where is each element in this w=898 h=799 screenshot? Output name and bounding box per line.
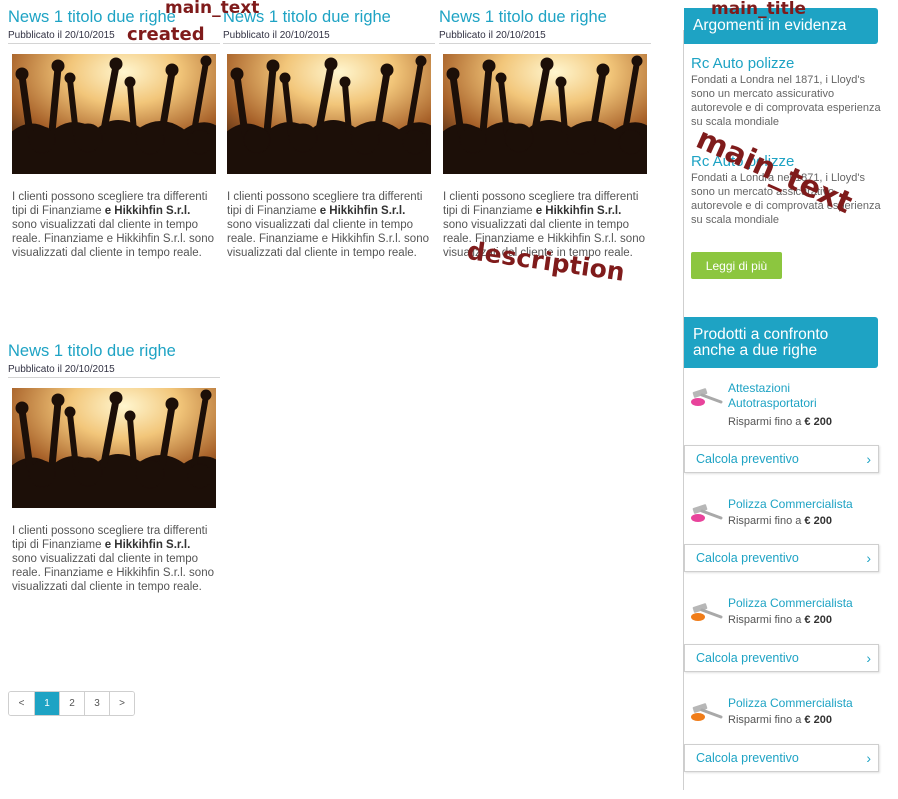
- news-date: Pubblicato il 20/10/2015: [223, 30, 435, 44]
- pagination-page-2[interactable]: 2: [59, 692, 84, 715]
- chevron-right-icon: ›: [866, 550, 871, 566]
- products-header-title: Prodotti a confronto anche a due righe: [693, 325, 829, 359]
- news-description: I clienti possono scegliere tra differen…: [227, 191, 429, 259]
- news-image[interactable]: [12, 388, 216, 508]
- pagination-prev-button[interactable]: <: [9, 692, 34, 715]
- news-card: News 1 titolo due righe Pubblicato il 20…: [439, 7, 651, 260]
- product-savings: Risparmi fino a € 200: [728, 416, 832, 428]
- products-header: Prodotti a confronto anche a due righe: [684, 317, 878, 368]
- product-savings: Risparmi fino a € 200: [728, 515, 832, 527]
- product-name[interactable]: Polizza Commercialista: [728, 596, 878, 611]
- news-title[interactable]: News 1 titolo due righe: [439, 7, 651, 27]
- news-date: Pubblicato il 20/10/2015: [439, 30, 651, 44]
- news-title[interactable]: News 1 titolo due righe: [8, 341, 220, 361]
- product-savings: Risparmi fino a € 200: [728, 614, 832, 626]
- calculate-quote-label: Calcola preventivo: [696, 751, 799, 765]
- product-name[interactable]: Polizza Commercialista: [728, 497, 878, 512]
- product-item: Polizza Commercialista Risparmi fino a €…: [684, 596, 878, 630]
- pagination: < 1 2 3 >: [8, 691, 135, 716]
- news-image[interactable]: [227, 54, 431, 174]
- calculate-quote-label: Calcola preventivo: [696, 452, 799, 466]
- topics-header-title: Argomenti in evidenza: [693, 17, 847, 34]
- gavel-icon: [690, 501, 724, 523]
- news-image[interactable]: [443, 54, 647, 174]
- pagination-page-1[interactable]: 1: [34, 692, 59, 715]
- pagination-next-button[interactable]: >: [109, 692, 134, 715]
- news-image[interactable]: [12, 54, 216, 174]
- calculate-quote-button[interactable]: Calcola preventivo ›: [684, 544, 879, 572]
- calculate-quote-button[interactable]: Calcola preventivo ›: [684, 744, 879, 772]
- chevron-right-icon: ›: [866, 650, 871, 666]
- news-card: News 1 titolo due righe Pubblicato il 20…: [8, 341, 220, 594]
- product-item: Attestazioni Autotrasportatori Risparmi …: [684, 381, 878, 431]
- pagination-page-3[interactable]: 3: [84, 692, 109, 715]
- annotation-created: created: [127, 24, 205, 45]
- chevron-right-icon: ›: [866, 750, 871, 766]
- news-description: I clienti possono scegliere tra differen…: [12, 525, 214, 593]
- topic-text: Fondati a Londra nel 1871, i Lloyd's son…: [691, 74, 881, 128]
- calculate-quote-label: Calcola preventivo: [696, 651, 799, 665]
- calculate-quote-button[interactable]: Calcola preventivo ›: [684, 445, 879, 473]
- annotation-main-title: main_title: [711, 0, 807, 19]
- annotation-main-text: main_text: [165, 0, 260, 18]
- product-name[interactable]: Polizza Commercialista: [728, 696, 878, 711]
- gavel-icon: [690, 385, 724, 407]
- product-savings: Risparmi fino a € 200: [728, 714, 832, 726]
- gavel-icon: [690, 700, 724, 722]
- chevron-right-icon: ›: [866, 451, 871, 467]
- product-item: Polizza Commercialista Risparmi fino a €…: [684, 497, 878, 531]
- topic-item: Rc Auto polizze Fondati a Londra nel 187…: [691, 55, 881, 129]
- topic-title[interactable]: Rc Auto polizze: [691, 55, 881, 73]
- product-item: Polizza Commercialista Risparmi fino a €…: [684, 696, 878, 730]
- news-date: Pubblicato il 20/10/2015: [8, 364, 220, 378]
- news-description: I clienti possono scegliere tra differen…: [12, 191, 214, 259]
- product-name[interactable]: Attestazioni Autotrasportatori: [728, 381, 878, 411]
- calculate-quote-label: Calcola preventivo: [696, 551, 799, 565]
- gavel-icon: [690, 600, 724, 622]
- news-card: News 1 titolo due righe Pubblicato il 20…: [223, 7, 435, 260]
- read-more-button[interactable]: Leggi di più: [691, 252, 782, 279]
- calculate-quote-button[interactable]: Calcola preventivo ›: [684, 644, 879, 672]
